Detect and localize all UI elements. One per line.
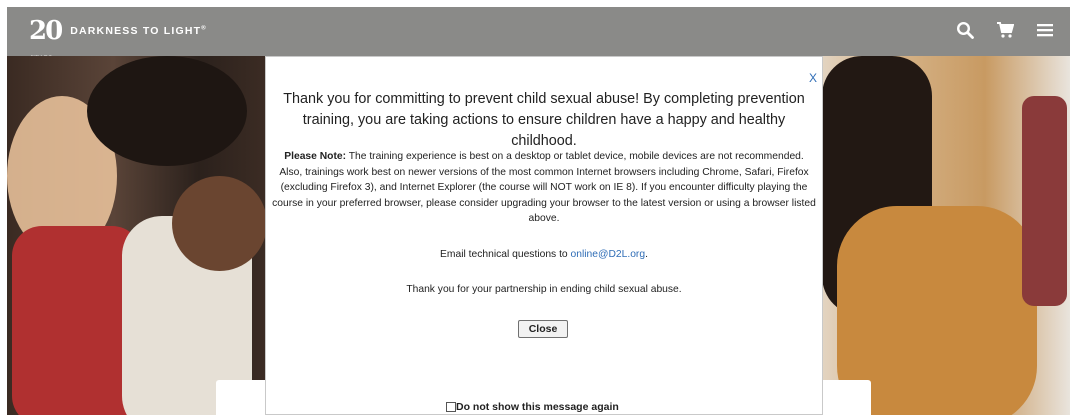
cart-icon[interactable]: [996, 21, 1014, 39]
browser-note: Please Note: The training experience is …: [272, 149, 816, 227]
site-header: 20 YEARS DARKNESS TO LIGHT®: [7, 7, 1070, 61]
training-notice-dialog: X Thank you for committing to prevent ch…: [265, 56, 823, 415]
registered-mark: ®: [201, 25, 207, 32]
note-body: The training experience is best on a des…: [272, 151, 816, 224]
dont-show-label: Do not show this message again: [456, 401, 619, 413]
menu-icon[interactable]: [1036, 21, 1054, 39]
dialog-intro-text: Thank you for committing to prevent chil…: [283, 91, 805, 149]
support-email-link[interactable]: online@D2L.org: [571, 249, 646, 260]
dialog-close-x[interactable]: X: [809, 71, 817, 85]
logo-anniversary-number: 20 YEARS: [29, 18, 63, 61]
search-icon[interactable]: [956, 21, 974, 39]
thanks-text: Thank you for your partnership in ending…: [406, 284, 682, 295]
email-line: Email technical questions to online@D2L.…: [440, 249, 648, 260]
site-logo[interactable]: 20 YEARS DARKNESS TO LIGHT®: [29, 13, 207, 61]
dont-show-again-option[interactable]: Do not show this message again: [446, 401, 619, 413]
dont-show-checkbox[interactable]: [446, 402, 456, 412]
note-label: Please Note:: [284, 151, 347, 162]
close-button[interactable]: Close: [518, 320, 568, 338]
brand-name: DARKNESS TO LIGHT®: [70, 25, 207, 37]
